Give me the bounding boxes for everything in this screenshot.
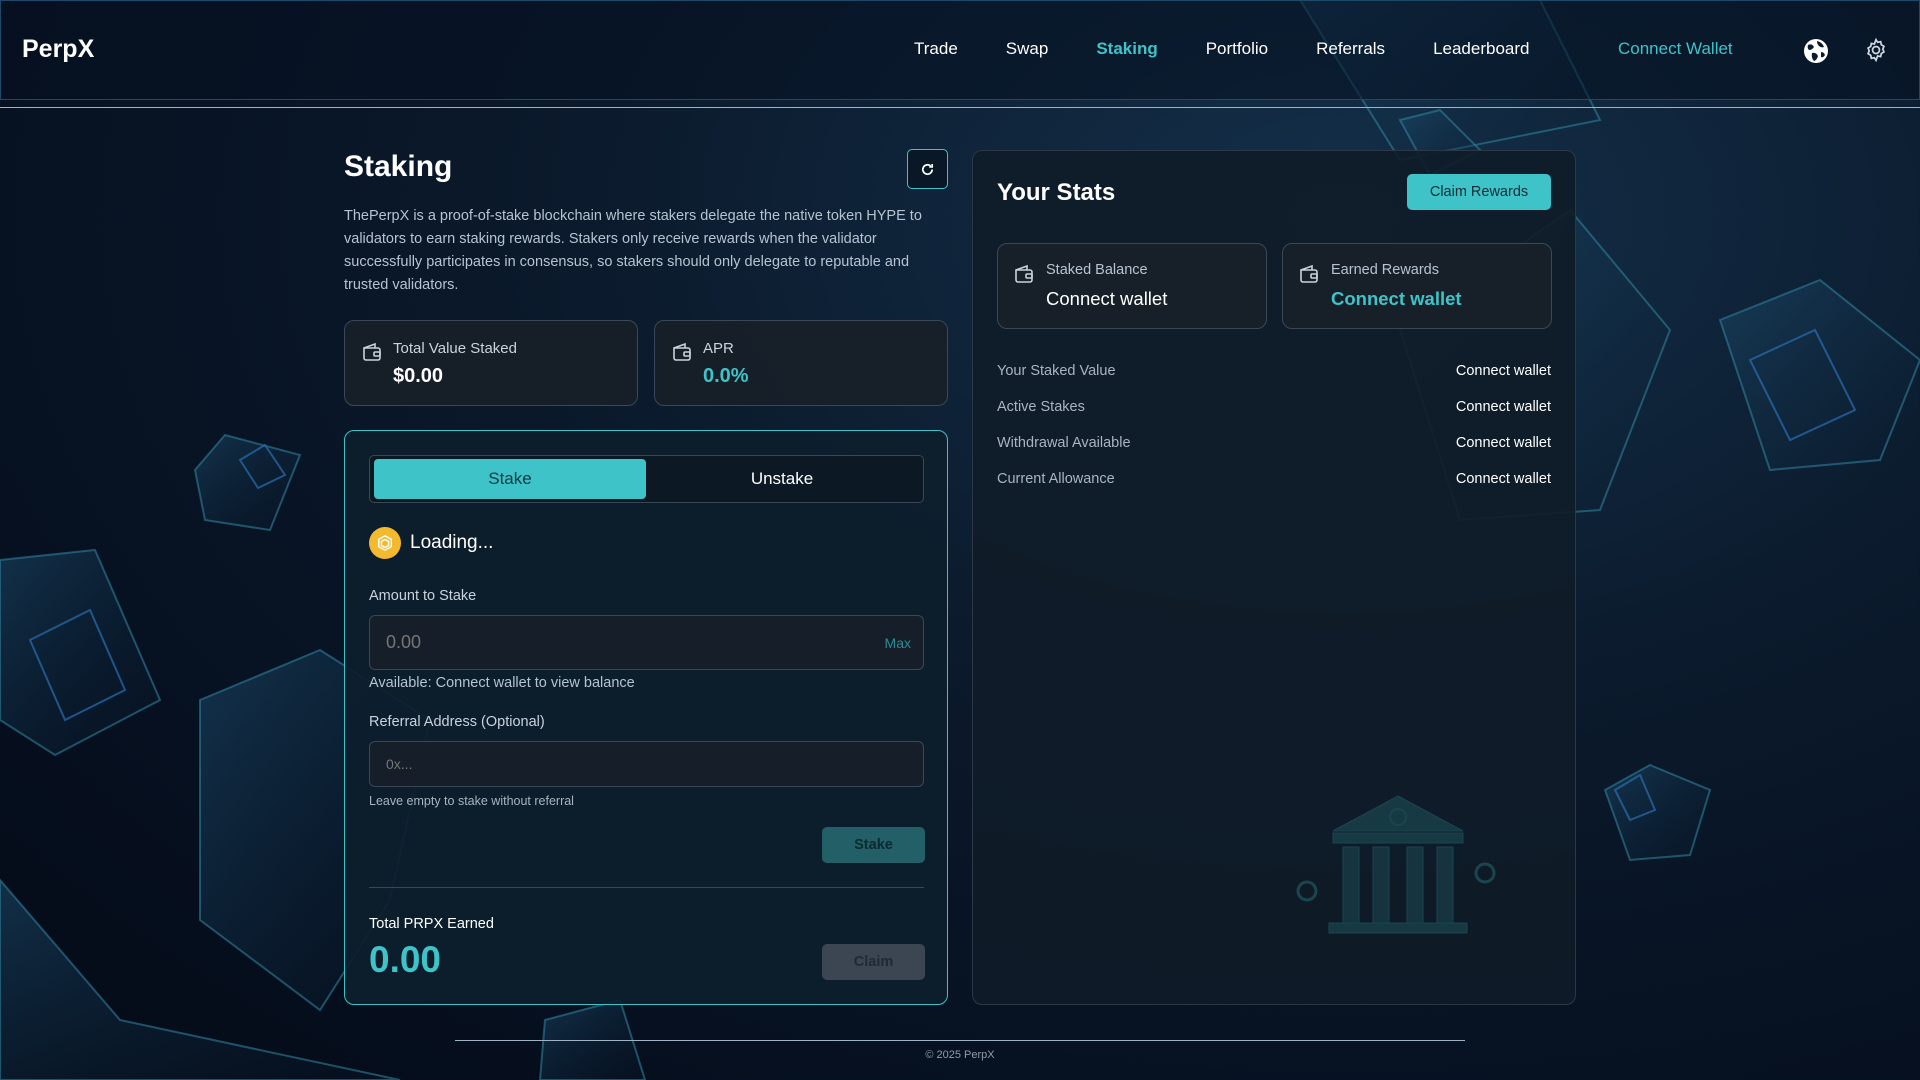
nav-staking[interactable]: Staking [1096, 39, 1157, 59]
earned-rewards-label: Earned Rewards [1331, 262, 1439, 278]
bank-illustration-icon [1296, 795, 1496, 934]
tab-stake[interactable]: Stake [374, 459, 646, 499]
gear-icon[interactable] [1863, 37, 1889, 63]
nav-referrals[interactable]: Referrals [1316, 39, 1385, 59]
background-cubes [0, 0, 1920, 1080]
staking-description: ThePerpX is a proof-of-stake blockchain … [344, 208, 922, 293]
stat-row-value: Connect wallet [1455, 399, 1551, 415]
staked-balance-card: Staked Balance Connect wallet [997, 243, 1267, 329]
earned-rewards-value: Connect wallet [1331, 288, 1462, 309]
staked-balance-label: Staked Balance [1046, 262, 1148, 278]
nav-portfolio[interactable]: Portfolio [1206, 39, 1268, 59]
stat-row-value: Connect wallet [1455, 471, 1551, 487]
wallet-icon [1300, 264, 1318, 283]
logo[interactable]: PerpX [22, 35, 94, 64]
nav-swap[interactable]: Swap [1006, 39, 1049, 59]
panel-divider [369, 887, 924, 888]
amount-field: Max [369, 615, 924, 670]
copyright-text: 2025 PerpX [936, 1049, 995, 1061]
stat-row-label: Current Allowance [997, 471, 1115, 487]
stat-row-value: Connect wallet [1455, 435, 1551, 451]
referral-label: Referral Address (Optional) [369, 714, 545, 730]
your-stats-panel: Your Stats Claim Rewards Staked Balance … [972, 150, 1576, 1005]
connect-wallet-button[interactable]: Connect Wallet [1618, 39, 1733, 59]
token-selector[interactable]: Loading... [369, 527, 493, 559]
referral-hint: Leave empty to stake without referral [369, 794, 574, 808]
page-title: Staking [344, 150, 453, 183]
wallet-icon [363, 342, 381, 361]
refresh-button[interactable] [907, 149, 948, 189]
token-icon [369, 527, 401, 559]
earned-rewards-card: Earned Rewards Connect wallet [1282, 243, 1552, 329]
refresh-icon [922, 163, 934, 175]
stat-row-label: Withdrawal Available [997, 435, 1131, 451]
referral-field [369, 741, 924, 787]
amount-input[interactable] [386, 632, 866, 653]
copyright-icon: © [925, 1049, 934, 1061]
header-divider [0, 107, 1920, 108]
amount-label: Amount to Stake [369, 588, 477, 604]
stake-panel: Stake Unstake Loading... Amount to Stake… [344, 430, 948, 1005]
tab-unstake[interactable]: Unstake [646, 459, 918, 499]
your-stats-title: Your Stats [997, 179, 1116, 206]
stat-row-label: Active Stakes [997, 399, 1085, 415]
claim-rewards-button[interactable]: Claim Rewards [1407, 174, 1551, 210]
staked-balance-value: Connect wallet [1046, 288, 1168, 309]
total-value-staked-value: $0.00 [393, 365, 444, 387]
stat-row-label: Your Staked Value [997, 363, 1116, 379]
max-button[interactable]: Max [885, 635, 911, 651]
stake-button[interactable]: Stake [822, 827, 925, 863]
globe-icon[interactable] [1802, 37, 1830, 65]
token-status: Loading... [410, 532, 494, 553]
wallet-icon [673, 342, 691, 361]
stat-row-active-stakes: Active Stakes Connect wallet [997, 399, 1551, 419]
stat-row-current-allowance: Current Allowance Connect wallet [997, 471, 1551, 491]
wallet-icon [1015, 264, 1033, 283]
apr-value: 0.0% [703, 365, 749, 387]
footer: © 2025 PerpX [0, 1049, 1920, 1061]
total-earned-value: 0.00 [369, 939, 442, 980]
stake-tabs: Stake Unstake [369, 455, 924, 503]
footer-divider [455, 1040, 1465, 1041]
available-balance-text: Available: Connect wallet to view balanc… [369, 675, 635, 691]
nav-leaderboard[interactable]: Leaderboard [1433, 39, 1529, 59]
total-value-staked-card: Total Value Staked $0.00 [344, 320, 638, 406]
stat-row-value: Connect wallet [1455, 363, 1551, 379]
nav-trade[interactable]: Trade [914, 39, 958, 59]
total-value-staked-label: Total Value Staked [393, 340, 517, 357]
total-earned-label: Total PRPX Earned [369, 916, 494, 932]
stat-row-withdrawal-available: Withdrawal Available Connect wallet [997, 435, 1551, 455]
stat-row-staked-value: Your Staked Value Connect wallet [997, 363, 1551, 383]
apr-card: APR 0.0% [654, 320, 948, 406]
main-nav: Trade Swap Staking Portfolio Referrals L… [914, 39, 1577, 59]
referral-input[interactable] [386, 756, 886, 772]
apr-label: APR [703, 340, 734, 357]
top-navbar: PerpX Trade Swap Staking Portfolio Refer… [0, 0, 1920, 100]
claim-button[interactable]: Claim [822, 944, 925, 980]
